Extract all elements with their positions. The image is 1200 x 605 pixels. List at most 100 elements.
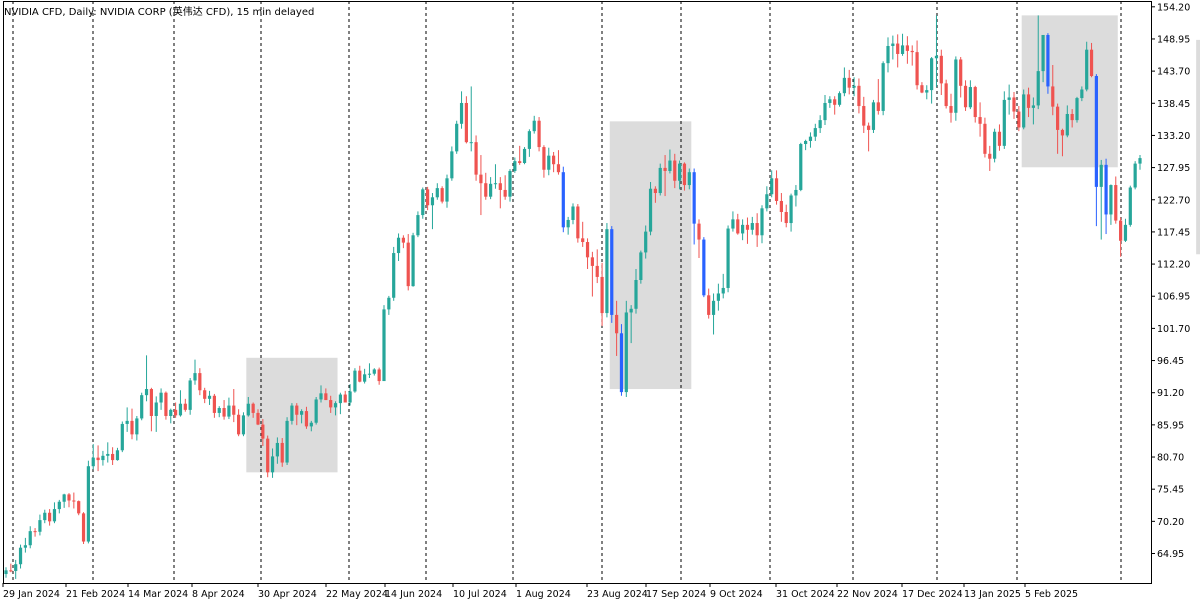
candle-body <box>1007 97 1011 100</box>
candle <box>1133 161 1137 190</box>
candle-body <box>682 163 687 186</box>
candle-body <box>111 453 115 461</box>
x-tick-label: 14 Mar 2024 <box>128 589 188 600</box>
candle-body <box>77 501 81 514</box>
candle <box>997 124 1002 151</box>
y-tick-label: 133.20 <box>1157 131 1190 142</box>
candle <box>968 80 972 110</box>
candle-body <box>188 380 192 410</box>
candle-body <box>363 374 367 382</box>
candle-body <box>513 161 517 171</box>
price-chart[interactable]: 154.20 148.95 143.70 138.45 133.20 127.95 122.… <box>0 0 1200 605</box>
candle <box>1012 91 1016 119</box>
candle-body <box>784 212 788 224</box>
x-tick-label: 1 Aug 2024 <box>516 589 571 600</box>
candle <box>367 363 372 379</box>
candle-body <box>508 170 512 197</box>
y-tick-label: 112.20 <box>1157 260 1190 271</box>
candle <box>799 142 803 192</box>
candle <box>464 96 468 144</box>
candle-body <box>115 450 120 461</box>
x-tick-label: 17 Dec 2024 <box>902 589 963 600</box>
candle <box>949 93 953 123</box>
candle-body <box>711 300 716 315</box>
candle-body <box>881 63 885 111</box>
candle <box>130 408 134 440</box>
candle <box>169 408 173 424</box>
candle-body <box>663 167 667 171</box>
candle-body <box>741 224 745 234</box>
candle <box>382 305 386 382</box>
candle <box>988 145 992 171</box>
candle-body <box>304 411 309 427</box>
candle-body <box>227 405 231 417</box>
candle-body <box>774 178 779 201</box>
candle <box>4 567 8 578</box>
candle <box>484 172 488 200</box>
y-tick-label: 85.95 <box>1157 420 1184 431</box>
candle <box>227 397 231 420</box>
candle <box>67 493 71 508</box>
candle-body <box>867 125 871 130</box>
candle <box>183 398 187 412</box>
candle <box>43 509 47 524</box>
candle-body <box>731 219 735 229</box>
candle-body <box>522 148 527 163</box>
candle <box>106 442 110 463</box>
candle <box>489 177 493 200</box>
candle <box>745 217 750 244</box>
candle <box>232 389 236 423</box>
candle <box>741 219 745 241</box>
candle-body <box>1022 94 1026 128</box>
candle <box>503 175 507 200</box>
candle <box>983 117 987 158</box>
candle-body <box>96 457 100 461</box>
candle-body <box>154 402 158 416</box>
candle-body <box>275 442 279 457</box>
candle-body <box>905 45 909 51</box>
candle-body <box>755 223 759 236</box>
candle-body <box>193 373 197 381</box>
candle-body <box>280 442 284 463</box>
candle <box>266 435 270 478</box>
candle <box>392 246 396 301</box>
candle-body <box>658 167 662 194</box>
candle <box>726 225 730 293</box>
candle-body <box>789 195 793 224</box>
candle <box>784 204 788 228</box>
candle <box>556 150 561 175</box>
candle <box>779 193 783 222</box>
candle <box>925 85 929 100</box>
candle <box>581 221 585 247</box>
candle-body <box>106 453 110 456</box>
candle-body <box>387 297 391 310</box>
candle-body <box>891 43 895 47</box>
candle-body <box>590 257 594 266</box>
candle <box>450 146 454 181</box>
x-tick-label: 23 Aug 2024 <box>587 589 648 600</box>
candle-body <box>765 194 769 209</box>
candle-body <box>207 395 212 399</box>
candle-body <box>309 422 313 427</box>
candle-body <box>343 394 347 403</box>
y-tick-label: 96.45 <box>1157 356 1184 367</box>
candle-body <box>266 438 270 473</box>
candle <box>154 396 158 432</box>
candle-body <box>1085 49 1089 90</box>
candle <box>164 391 168 420</box>
candle <box>905 36 909 64</box>
candle-body <box>770 178 774 195</box>
candle-body <box>421 189 425 216</box>
candle-body <box>852 85 856 88</box>
candle-body <box>959 59 963 86</box>
candle-body <box>900 45 905 54</box>
candle-body <box>794 189 798 196</box>
candle <box>9 563 13 573</box>
x-tick-label: 30 Apr 2024 <box>258 589 317 600</box>
chart-window[interactable]: 154.20 148.95 143.70 138.45 133.20 127.95 122.… <box>0 0 1200 605</box>
candle <box>862 96 866 133</box>
candle-body <box>707 295 711 315</box>
candle-body <box>396 237 401 254</box>
candle-body <box>1133 163 1137 188</box>
candle <box>886 37 890 73</box>
